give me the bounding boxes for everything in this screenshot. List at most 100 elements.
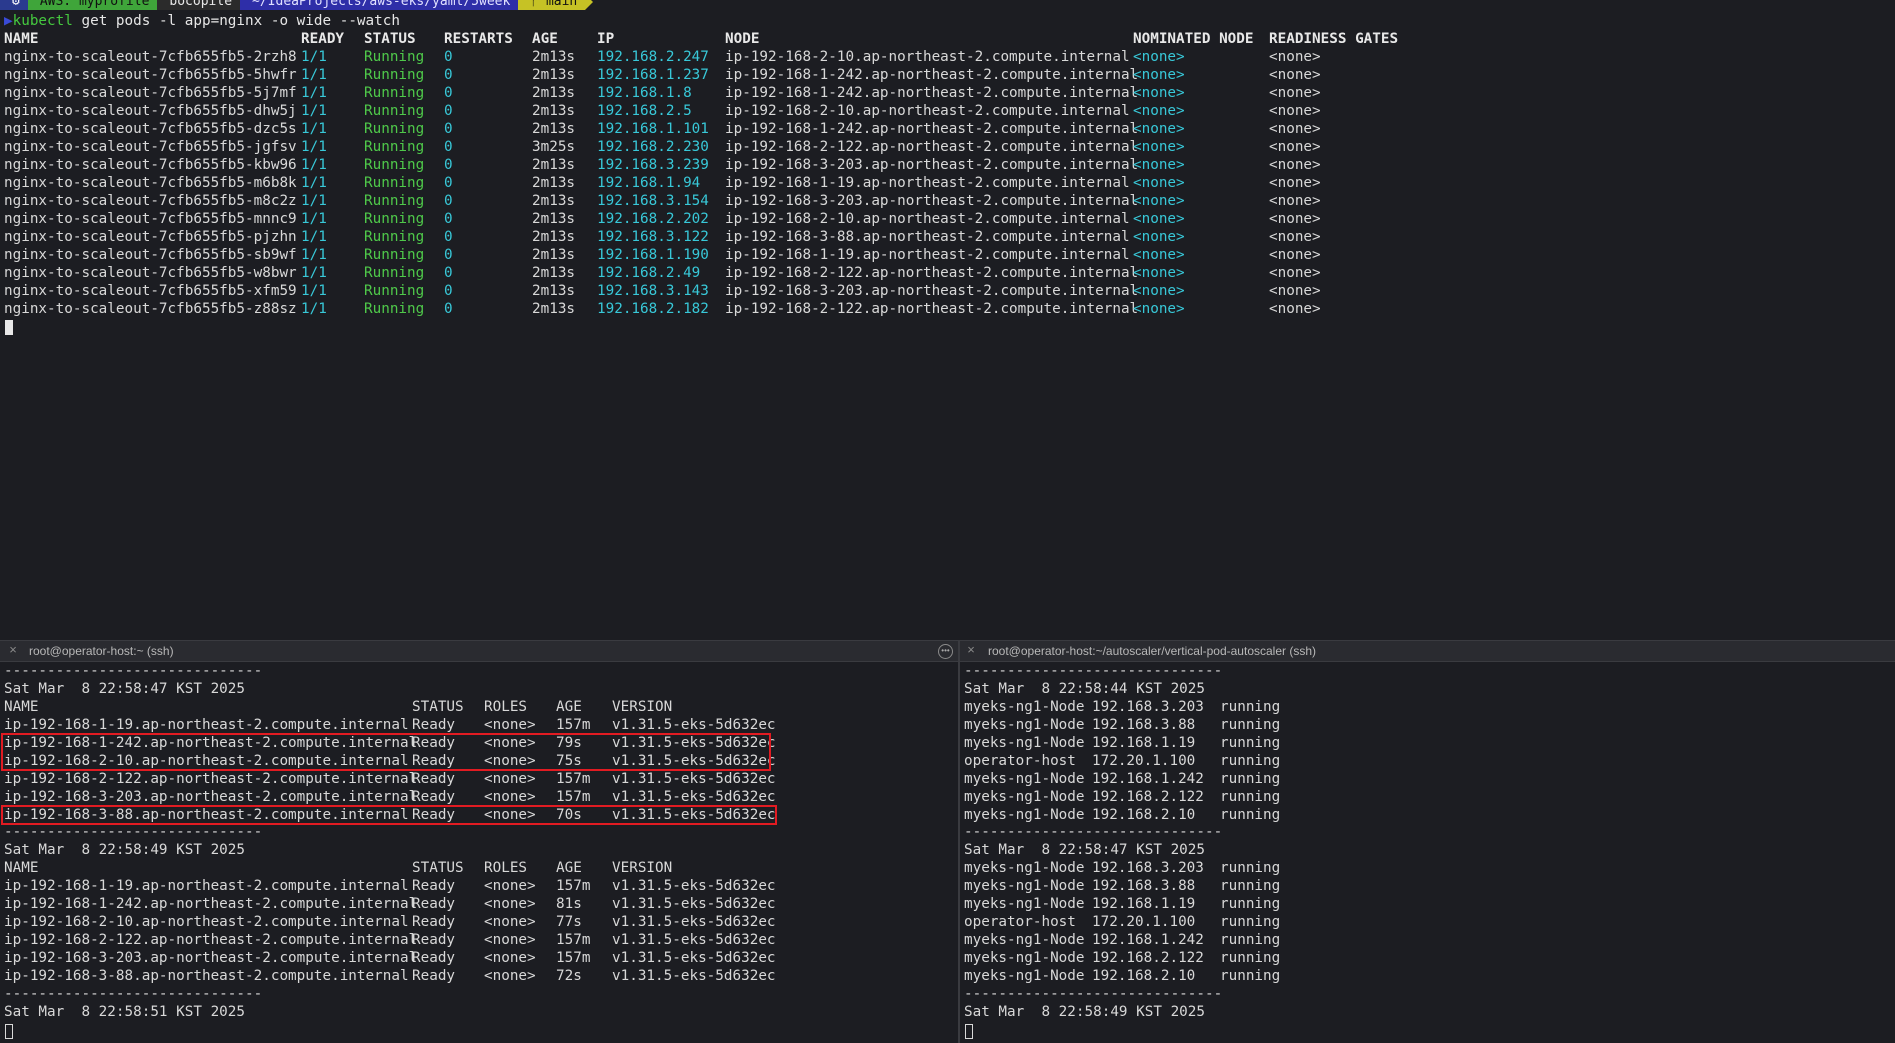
instance-ip: 172.20.1.100 bbox=[1092, 914, 1196, 930]
instance-name: myeks-ng1-Node bbox=[964, 932, 1085, 948]
instance-name: myeks-ng1-Node bbox=[964, 860, 1085, 876]
instance-ip: 192.168.1.242 bbox=[1092, 771, 1204, 787]
instance-name: myeks-ng1-Node bbox=[964, 896, 1085, 912]
instance-ip: 192.168.2.10 bbox=[1092, 807, 1196, 823]
highlight-box bbox=[1, 805, 777, 825]
pod-age: 2m13s bbox=[532, 247, 576, 263]
instance-state: running bbox=[1220, 914, 1281, 930]
pod-ip: 192.168.3.154 bbox=[597, 193, 709, 209]
pod-restarts: 0 bbox=[444, 265, 453, 281]
pod-name: nginx-to-scaleout-7cfb655fb5-pjzhn bbox=[4, 229, 297, 245]
node-status: Ready bbox=[412, 968, 456, 984]
user-segment: bocopile bbox=[157, 0, 248, 10]
header-age: AGE bbox=[532, 31, 558, 47]
instance-ip: 192.168.3.203 bbox=[1092, 860, 1204, 876]
node-age: 157m bbox=[556, 789, 591, 805]
pod-restarts: 0 bbox=[444, 85, 453, 101]
node-status: Ready bbox=[412, 771, 456, 787]
node-version: v1.31.5-eks-5d632ec bbox=[612, 932, 776, 948]
pod-restarts: 0 bbox=[444, 247, 453, 263]
node-version: v1.31.5-eks-5d632ec bbox=[612, 914, 776, 930]
header-restarts: RESTARTS bbox=[444, 31, 513, 47]
pod-ready: 1/1 bbox=[301, 211, 327, 227]
instance-ip: 192.168.1.242 bbox=[1092, 932, 1204, 948]
instance-state: running bbox=[1220, 932, 1281, 948]
highlight-box bbox=[1, 733, 771, 771]
instance-state: running bbox=[1220, 789, 1281, 805]
pod-age: 2m13s bbox=[532, 103, 576, 119]
close-icon[interactable]: × bbox=[6, 643, 20, 657]
separator-line: ------------------------------ bbox=[964, 824, 1223, 840]
left-terminal-pane[interactable]: × root@operator-host:~ (ssh) ••• -------… bbox=[0, 641, 958, 1043]
pod-ip: 192.168.2.202 bbox=[597, 211, 709, 227]
pod-age: 2m13s bbox=[532, 283, 576, 299]
pod-age: 2m13s bbox=[532, 85, 576, 101]
os-icon: ⚙ bbox=[0, 0, 36, 10]
pod-name: nginx-to-scaleout-7cfb655fb5-m6b8k bbox=[4, 175, 297, 191]
right-pane-tab-bar[interactable]: × root@operator-host:~/autoscaler/vertic… bbox=[960, 641, 1895, 662]
instance-state: running bbox=[1220, 968, 1281, 984]
pod-ready: 1/1 bbox=[301, 139, 327, 155]
pod-name: nginx-to-scaleout-7cfb655fb5-dhw5j bbox=[4, 103, 297, 119]
header-nominated-node: NOMINATED NODE bbox=[1133, 31, 1254, 47]
node-age: 157m bbox=[556, 932, 591, 948]
pod-status: Running bbox=[364, 85, 425, 101]
more-options-icon[interactable]: ••• bbox=[938, 644, 953, 659]
pod-ready: 1/1 bbox=[301, 247, 327, 263]
instance-state: running bbox=[1220, 735, 1281, 751]
pod-restarts: 0 bbox=[444, 121, 453, 137]
pod-readiness-gates: <none> bbox=[1269, 139, 1321, 155]
pod-restarts: 0 bbox=[444, 301, 453, 317]
pod-status: Running bbox=[364, 193, 425, 209]
pod-readiness-gates: <none> bbox=[1269, 283, 1321, 299]
separator-line: ------------------------------ bbox=[4, 824, 263, 840]
timestamp: Sat Mar 8 22:58:44 KST 2025 bbox=[964, 681, 1206, 697]
pod-readiness-gates: <none> bbox=[1269, 49, 1321, 65]
header-readiness-gates: READINESS GATES bbox=[1269, 31, 1399, 47]
pod-age: 2m13s bbox=[532, 175, 576, 191]
node-name: ip-192-168-3-88.ap-northeast-2.compute.i… bbox=[4, 968, 409, 984]
header-ip: IP bbox=[597, 31, 615, 47]
timestamp: Sat Mar 8 22:58:51 KST 2025 bbox=[4, 1004, 246, 1020]
header-status: STATUS bbox=[364, 31, 416, 47]
timestamp: Sat Mar 8 22:58:49 KST 2025 bbox=[964, 1004, 1206, 1020]
pod-status: Running bbox=[364, 121, 425, 137]
node-status: Ready bbox=[412, 717, 456, 733]
pod-readiness-gates: <none> bbox=[1269, 265, 1321, 281]
pod-node: ip-192-168-2-10.ap-northeast-2.compute.i… bbox=[725, 103, 1130, 119]
node-status: Ready bbox=[412, 878, 456, 894]
node-name: ip-192-168-2-122.ap-northeast-2.compute.… bbox=[4, 771, 418, 787]
pod-ip: 192.168.1.8 bbox=[597, 85, 692, 101]
separator-line: ------------------------------ bbox=[964, 986, 1223, 1002]
top-terminal-pane[interactable]: ⚙ AWS: myprofile bocopile ~/IdeaProjects… bbox=[0, 0, 1895, 640]
node-name: ip-192-168-3-203.ap-northeast-2.compute.… bbox=[4, 789, 418, 805]
node-name: ip-192-168-3-203.ap-northeast-2.compute.… bbox=[4, 950, 418, 966]
pod-ip: 192.168.2.182 bbox=[597, 301, 709, 317]
node-age: 157m bbox=[556, 878, 591, 894]
pod-age: 2m13s bbox=[532, 49, 576, 65]
node-status: Ready bbox=[412, 914, 456, 930]
close-icon[interactable]: × bbox=[964, 643, 978, 657]
separator-line: ------------------------------ bbox=[4, 663, 263, 679]
pod-nominated-node: <none> bbox=[1133, 247, 1185, 263]
pod-ip: 192.168.1.94 bbox=[597, 175, 701, 191]
pod-readiness-gates: <none> bbox=[1269, 157, 1321, 173]
pod-status: Running bbox=[364, 265, 425, 281]
pod-name: nginx-to-scaleout-7cfb655fb5-2rzh8 bbox=[4, 49, 297, 65]
pod-restarts: 0 bbox=[444, 283, 453, 299]
node-version: v1.31.5-eks-5d632ec bbox=[612, 878, 776, 894]
instance-name: myeks-ng1-Node bbox=[964, 771, 1085, 787]
nodes-header: NAME STATUS ROLES AGE VERSION bbox=[4, 699, 673, 715]
node-status: Ready bbox=[412, 789, 456, 805]
instance-ip: 192.168.1.19 bbox=[1092, 896, 1196, 912]
pod-restarts: 0 bbox=[444, 157, 453, 173]
right-terminal-pane[interactable]: × root@operator-host:~/autoscaler/vertic… bbox=[960, 641, 1895, 1043]
node-roles: <none> bbox=[484, 896, 536, 912]
pod-name: nginx-to-scaleout-7cfb655fb5-sb9wf bbox=[4, 247, 297, 263]
pod-name: nginx-to-scaleout-7cfb655fb5-mnnc9 bbox=[4, 211, 297, 227]
aws-profile-segment: AWS: myprofile bbox=[27, 0, 165, 10]
pod-node: ip-192-168-3-203.ap-northeast-2.compute.… bbox=[725, 157, 1139, 173]
instance-name: operator-host bbox=[964, 753, 1076, 769]
left-pane-tab-bar[interactable]: × root@operator-host:~ (ssh) ••• bbox=[0, 641, 958, 662]
node-status: Ready bbox=[412, 896, 456, 912]
